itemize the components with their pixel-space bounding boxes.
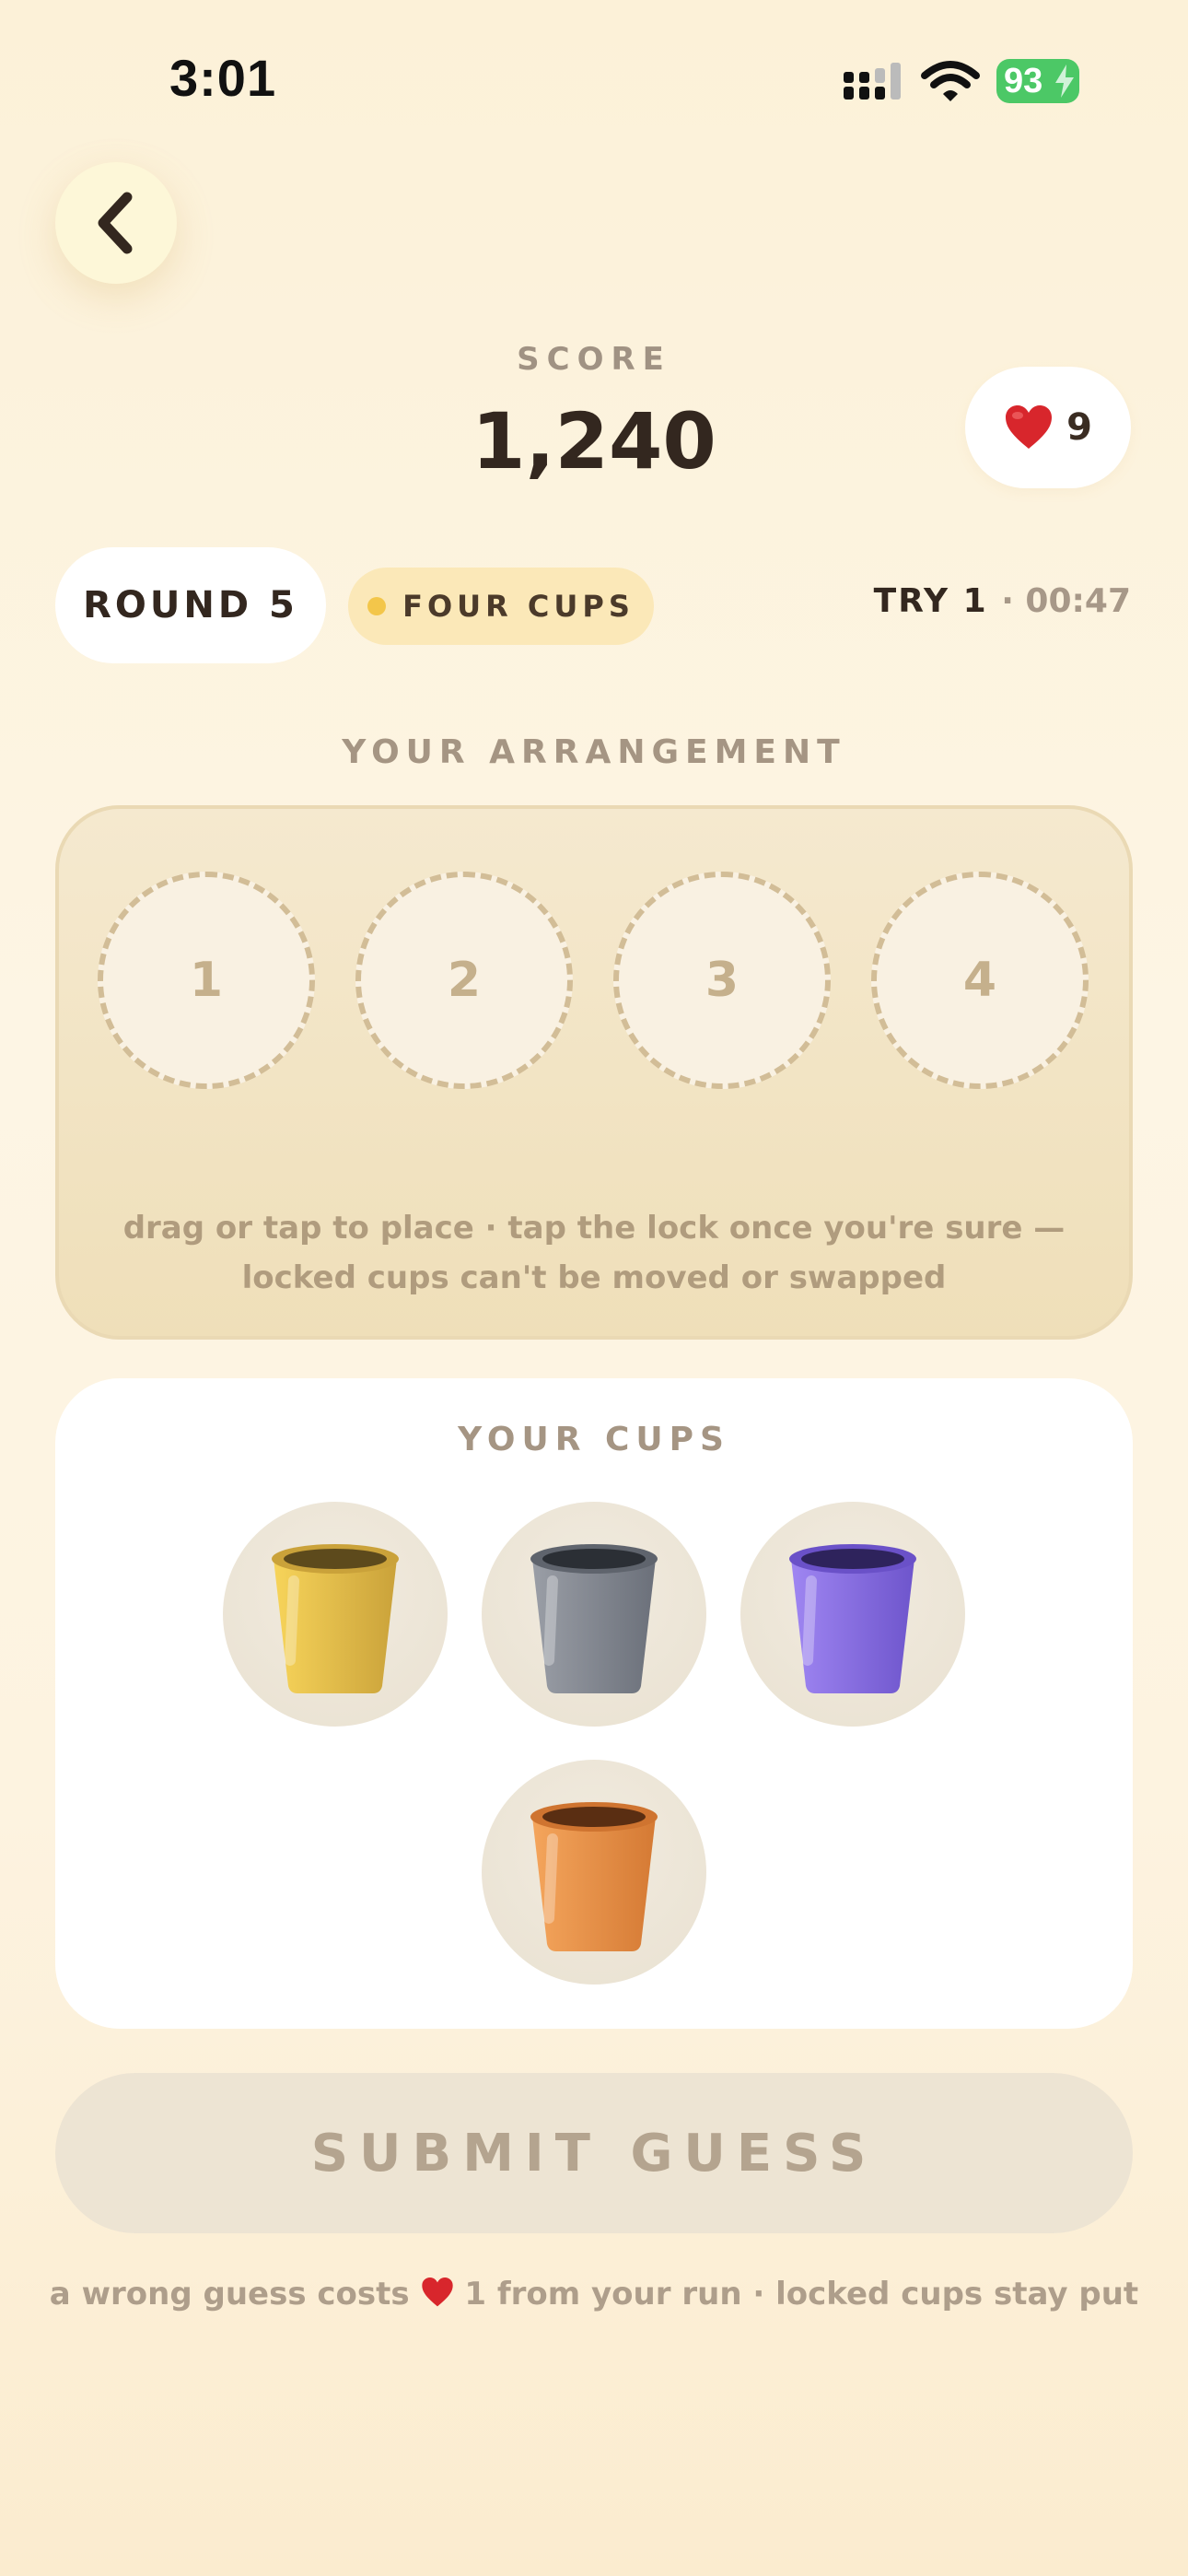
slot-2[interactable]: 2 [355, 872, 573, 1089]
round-timer: · 00:47 [1001, 582, 1131, 620]
cup-yellow[interactable] [223, 1502, 448, 1727]
submit-guess-button[interactable]: SUBMIT GUESS [55, 2073, 1133, 2233]
lives-counter: 9 [965, 367, 1131, 488]
try-label: TRY 1 [873, 582, 988, 620]
cellular-signal-icon [844, 63, 901, 100]
cup-gray[interactable] [482, 1502, 706, 1727]
mode-dot-icon [367, 597, 387, 615]
arrangement-label: YOUR ARRANGEMENT [342, 733, 846, 771]
orange-cup-icon [530, 1802, 658, 1951]
cup-purple[interactable] [740, 1502, 965, 1727]
footer-note: a wrong guess costs 1 from your run · lo… [0, 2276, 1188, 2313]
status-time: 3:01 [169, 49, 277, 107]
slot-1[interactable]: 1 [98, 872, 315, 1089]
heart-icon [1006, 405, 1053, 449]
cups-label: YOUR CUPS [458, 1421, 730, 1458]
hint-line-1: drag or tap to place · tap the lock once… [122, 1210, 1066, 1247]
battery-indicator: 93 [996, 59, 1079, 103]
cup-orange[interactable] [482, 1760, 706, 1985]
try-info: TRY 1 · 00:47 [874, 582, 1131, 620]
hint-line-2: locked cups can't be moved or swapped [241, 1259, 947, 1296]
back-button[interactable] [55, 162, 177, 284]
slot-4[interactable]: 4 [871, 872, 1089, 1089]
heart-icon [421, 2277, 453, 2307]
battery-level: 93 [1004, 61, 1043, 100]
purple-cup-icon [789, 1544, 916, 1693]
lives-count: 9 [1066, 406, 1092, 449]
mode-label: FOUR CUPS [402, 589, 635, 624]
charging-bolt-icon [1055, 64, 1074, 98]
yellow-cup-icon [272, 1544, 399, 1693]
mode-badge: FOUR CUPS [348, 568, 654, 645]
footer-text-before: a wrong guess costs [49, 2276, 410, 2313]
slot-3[interactable]: 3 [613, 872, 831, 1089]
chevron-left-icon [98, 192, 133, 254]
round-badge: ROUND 5 [55, 547, 326, 663]
wifi-icon [921, 61, 980, 101]
arrangement-hint: drag or tap to place · tap the lock once… [55, 1203, 1133, 1303]
gray-cup-icon [530, 1544, 658, 1693]
footer-text-after: 1 from your run · locked cups stay put [464, 2276, 1139, 2313]
